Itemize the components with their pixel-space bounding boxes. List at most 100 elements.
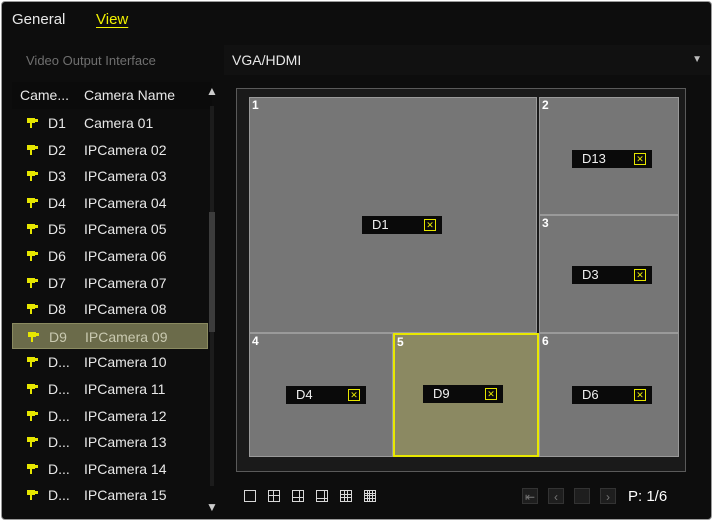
column-header-camera-name[interactable]: Camera Name <box>84 82 175 109</box>
camera-list-row[interactable]: D3 IPCamera 03 <box>12 163 212 189</box>
camera-icon <box>26 270 42 296</box>
camera-list-row[interactable]: D1 Camera 01 <box>12 110 212 136</box>
camera-icon <box>26 243 42 269</box>
camera-tag: D6 ✕ <box>572 386 652 404</box>
page-indicator: P: 1/6 <box>628 488 668 505</box>
camera-list-row[interactable]: D... IPCamera 11 <box>12 376 212 402</box>
layout-1plus7-icon[interactable] <box>316 490 328 502</box>
remove-camera-icon[interactable]: ✕ <box>634 389 646 401</box>
layout-window-2[interactable]: 2 D13 ✕ <box>539 97 679 215</box>
camera-list-row[interactable]: D5 IPCamera 05 <box>12 216 212 242</box>
camera-icon <box>26 216 42 242</box>
remove-camera-icon[interactable]: ✕ <box>348 389 360 401</box>
camera-tag-label: D3 <box>582 267 599 282</box>
camera-tag: D9 ✕ <box>423 385 503 403</box>
layout-window-5[interactable]: 5 D9 ✕ <box>393 333 539 457</box>
camera-list-row[interactable]: D... IPCamera 13 <box>12 429 212 455</box>
camera-id: D... <box>48 487 70 504</box>
camera-list-row[interactable]: D... IPCamera 10 <box>12 349 212 375</box>
camera-id: D... <box>48 407 70 424</box>
camera-icon <box>26 137 42 163</box>
video-output-label: Video Output Interface <box>26 53 156 68</box>
remove-camera-icon[interactable]: ✕ <box>485 388 497 400</box>
camera-list: Came... Camera Name D1 Camera 01 D2 IPCamer… <box>12 82 212 516</box>
scroll-up-icon[interactable]: ▲ <box>206 84 218 98</box>
next-page-icon[interactable]: › <box>600 488 616 504</box>
window-number: 6 <box>542 334 549 348</box>
camera-tag-label: D6 <box>582 387 599 402</box>
remove-camera-icon[interactable]: ✕ <box>634 153 646 165</box>
camera-icon <box>26 482 42 508</box>
column-header-camera[interactable]: Came... <box>20 82 69 109</box>
layout-window-6[interactable]: 6 D6 ✕ <box>539 333 679 457</box>
camera-name: IPCamera 03 <box>84 168 167 185</box>
camera-id: D... <box>48 434 70 451</box>
layout-2x2-icon[interactable] <box>268 490 280 502</box>
tab-bar: General View <box>2 2 711 36</box>
camera-list-scrollbar[interactable]: ▲ ▼ <box>202 82 222 516</box>
window-number: 1 <box>252 98 259 112</box>
scrollbar-thumb[interactable] <box>209 212 215 332</box>
view-settings-window: General View Video Output Interface VGA/… <box>1 1 712 520</box>
remove-camera-icon[interactable]: ✕ <box>424 219 436 231</box>
camera-tag: D3 ✕ <box>572 266 652 284</box>
layout-3x3-icon[interactable] <box>340 490 352 502</box>
camera-id: D3 <box>48 168 66 185</box>
camera-list-row[interactable]: D4 IPCamera 04 <box>12 190 212 216</box>
camera-id: D9 <box>49 328 67 345</box>
camera-list-row[interactable]: D... IPCamera 15 <box>12 482 212 508</box>
camera-id: D5 <box>48 221 66 238</box>
window-number: 3 <box>542 216 549 230</box>
camera-name: IPCamera 10 <box>84 354 167 371</box>
camera-tag-label: D13 <box>582 151 606 166</box>
camera-name: IPCamera 06 <box>84 248 167 264</box>
camera-tag-label: D4 <box>296 387 313 402</box>
layout-1x1-icon[interactable] <box>244 490 256 502</box>
layout-window-4[interactable]: 4 D4 ✕ <box>249 333 393 457</box>
layout-window-3[interactable]: 3 D3 ✕ <box>539 215 679 333</box>
camera-name: IPCamera 11 <box>84 381 166 397</box>
layout-toolbar: ⇤ ‹ › P: 1/6 <box>236 480 710 514</box>
camera-list-row[interactable]: D2 IPCamera 02 <box>12 137 212 163</box>
camera-id: D4 <box>48 194 66 211</box>
camera-id: D2 <box>48 141 66 158</box>
remove-camera-icon[interactable]: ✕ <box>634 269 646 281</box>
camera-name: IPCamera 04 <box>84 194 167 211</box>
camera-icon <box>27 324 43 350</box>
camera-tag: D4 ✕ <box>286 386 366 404</box>
camera-name: IPCamera 07 <box>84 274 167 291</box>
camera-id: D... <box>48 381 70 397</box>
camera-tag: D13 ✕ <box>572 150 652 168</box>
camera-tag: D1 ✕ <box>362 216 442 234</box>
camera-tag-label: D9 <box>433 386 450 401</box>
camera-list-row[interactable]: D... IPCamera 14 <box>12 456 212 482</box>
layout-window-1[interactable]: 1 D1 ✕ <box>249 97 537 333</box>
page-box[interactable] <box>574 488 590 504</box>
camera-list-row[interactable]: D8 IPCamera 08 <box>12 296 212 322</box>
camera-list-row[interactable]: D9 IPCamera 09 <box>12 322 208 350</box>
video-output-value: VGA/HDMI <box>232 52 302 68</box>
window-number: 2 <box>542 98 549 112</box>
video-output-select[interactable]: VGA/HDMI ▼ <box>224 45 710 75</box>
window-number: 5 <box>397 335 404 349</box>
camera-id: D6 <box>48 248 66 264</box>
tab-general[interactable]: General <box>12 11 65 28</box>
previous-page-icon[interactable]: ‹ <box>548 488 564 504</box>
first-page-icon[interactable]: ⇤ <box>522 488 538 504</box>
camera-list-row[interactable]: D... IPCamera 12 <box>12 403 212 429</box>
tab-view[interactable]: View <box>96 11 128 28</box>
camera-name: IPCamera 13 <box>84 434 167 451</box>
camera-id: D... <box>48 354 70 371</box>
camera-tag-label: D1 <box>372 217 389 232</box>
layout-1plus5-icon[interactable] <box>292 490 304 502</box>
camera-list-row[interactable]: D6 IPCamera 06 <box>12 243 212 269</box>
layout-grid: 1 D1 ✕ 2 D13 ✕ 3 D3 ✕ 4 D4 ✕ 5 D9 ✕ 6 D6… <box>236 88 686 472</box>
camera-list-row[interactable]: D7 IPCamera 07 <box>12 270 212 296</box>
layout-4x4-icon[interactable] <box>364 490 376 502</box>
camera-name: IPCamera 14 <box>84 460 167 477</box>
scroll-down-icon[interactable]: ▼ <box>206 500 218 514</box>
camera-icon <box>26 403 42 429</box>
camera-name: IPCamera 12 <box>84 407 167 424</box>
camera-icon <box>26 163 42 189</box>
camera-name: IPCamera 09 <box>85 328 168 345</box>
